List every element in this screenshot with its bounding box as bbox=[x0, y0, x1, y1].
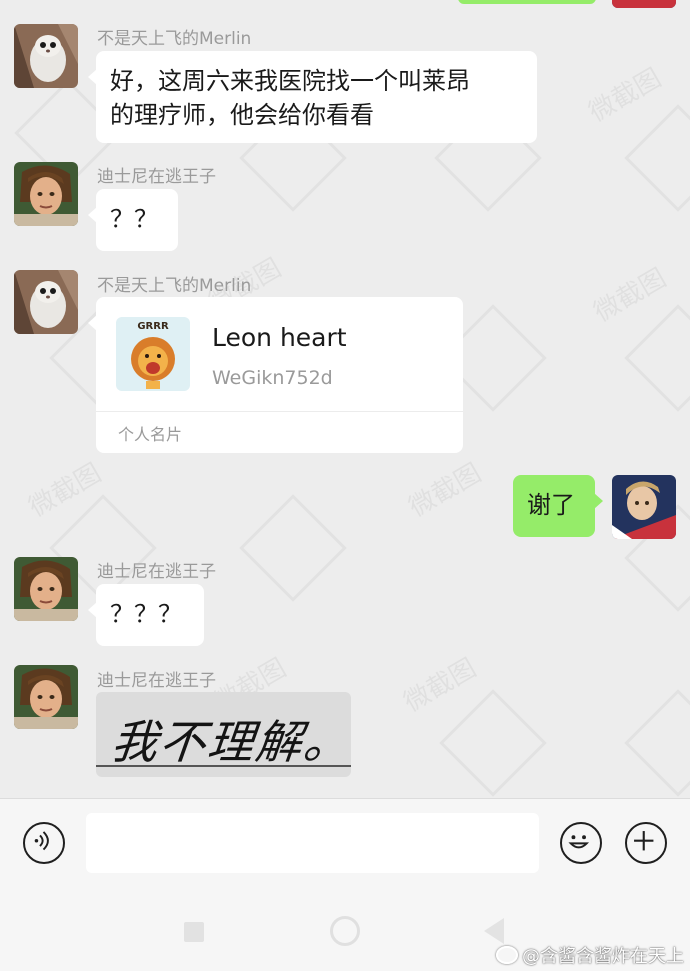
my-avatar[interactable] bbox=[612, 0, 676, 8]
voice-button[interactable] bbox=[23, 822, 65, 864]
prince-avatar[interactable] bbox=[14, 665, 78, 729]
message-text: ？？ bbox=[110, 205, 158, 233]
sender-name: 不是天上飞的Merlin bbox=[97, 276, 252, 296]
paper-line bbox=[96, 765, 351, 767]
emoji-button[interactable] bbox=[560, 822, 602, 864]
message-bubble[interactable]: ？？？ bbox=[88, 584, 204, 646]
voice-icon bbox=[34, 831, 49, 851]
card-divider bbox=[96, 411, 463, 412]
card-avatar: GRRR bbox=[116, 317, 190, 391]
message-list[interactable]: 不是天上飞的Merlin 好，这周六来我医院找一个叫莱昂 的理疗师，他会给你看看… bbox=[0, 0, 690, 798]
message-input[interactable] bbox=[86, 813, 539, 873]
handwritten-text: 我不理解。 bbox=[108, 715, 351, 769]
message-text: 好，这周六来我医院找一个叫莱昂 bbox=[110, 67, 470, 95]
home-button[interactable] bbox=[330, 916, 360, 946]
my-avatar[interactable] bbox=[612, 475, 676, 539]
card-wechat-id: WeGikn752d bbox=[212, 367, 333, 389]
message-text: 谢了 bbox=[527, 491, 575, 519]
card-footer: 个人名片 bbox=[118, 425, 183, 444]
card-logo-text: GRRR bbox=[137, 321, 169, 332]
input-bar bbox=[0, 798, 690, 891]
card-name: Leon heart bbox=[212, 323, 347, 352]
partial-bubble bbox=[458, 0, 596, 4]
weibo-credit: @含酱含酱炸在天上 bbox=[496, 942, 684, 968]
merlin-avatar[interactable] bbox=[14, 24, 78, 88]
sender-name: 迪士尼在逃王子 bbox=[97, 671, 216, 691]
message-bubble[interactable]: 好，这周六来我医院找一个叫莱昂 的理疗师，他会给你看看 bbox=[88, 51, 537, 143]
chat-screen: 微截图 微截图 微截图 微截图 微截图 微截图 微截图 不是天上飞的Merlin bbox=[0, 0, 690, 971]
sender-name: 不是天上飞的Merlin bbox=[97, 29, 252, 49]
contact-card[interactable]: GRRR Leon heart WeGikn752d 个人名片 bbox=[88, 297, 463, 453]
plus-icon bbox=[634, 831, 654, 851]
image-message[interactable]: 我不理解。 bbox=[96, 692, 351, 777]
plus-button[interactable] bbox=[625, 822, 667, 864]
message-text: ？？？ bbox=[110, 600, 182, 628]
message-bubble[interactable]: ？？ bbox=[88, 189, 178, 251]
system-nav-bar: @含酱含酱炸在天上 bbox=[0, 890, 690, 971]
merlin-avatar[interactable] bbox=[14, 270, 78, 334]
message-bubble[interactable]: 谢了 bbox=[513, 475, 603, 537]
sender-name: 迪士尼在逃王子 bbox=[97, 167, 216, 187]
message-text: 的理疗师，他会给你看看 bbox=[110, 101, 374, 129]
recent-apps-button[interactable] bbox=[184, 922, 204, 942]
sender-name: 迪士尼在逃王子 bbox=[97, 562, 216, 582]
emoji-icon bbox=[568, 835, 590, 849]
prince-avatar[interactable] bbox=[14, 557, 78, 621]
prince-avatar[interactable] bbox=[14, 162, 78, 226]
weibo-credit-text: @含酱含酱炸在天上 bbox=[522, 946, 684, 967]
weibo-logo-icon bbox=[496, 946, 518, 964]
back-button[interactable] bbox=[484, 918, 504, 944]
